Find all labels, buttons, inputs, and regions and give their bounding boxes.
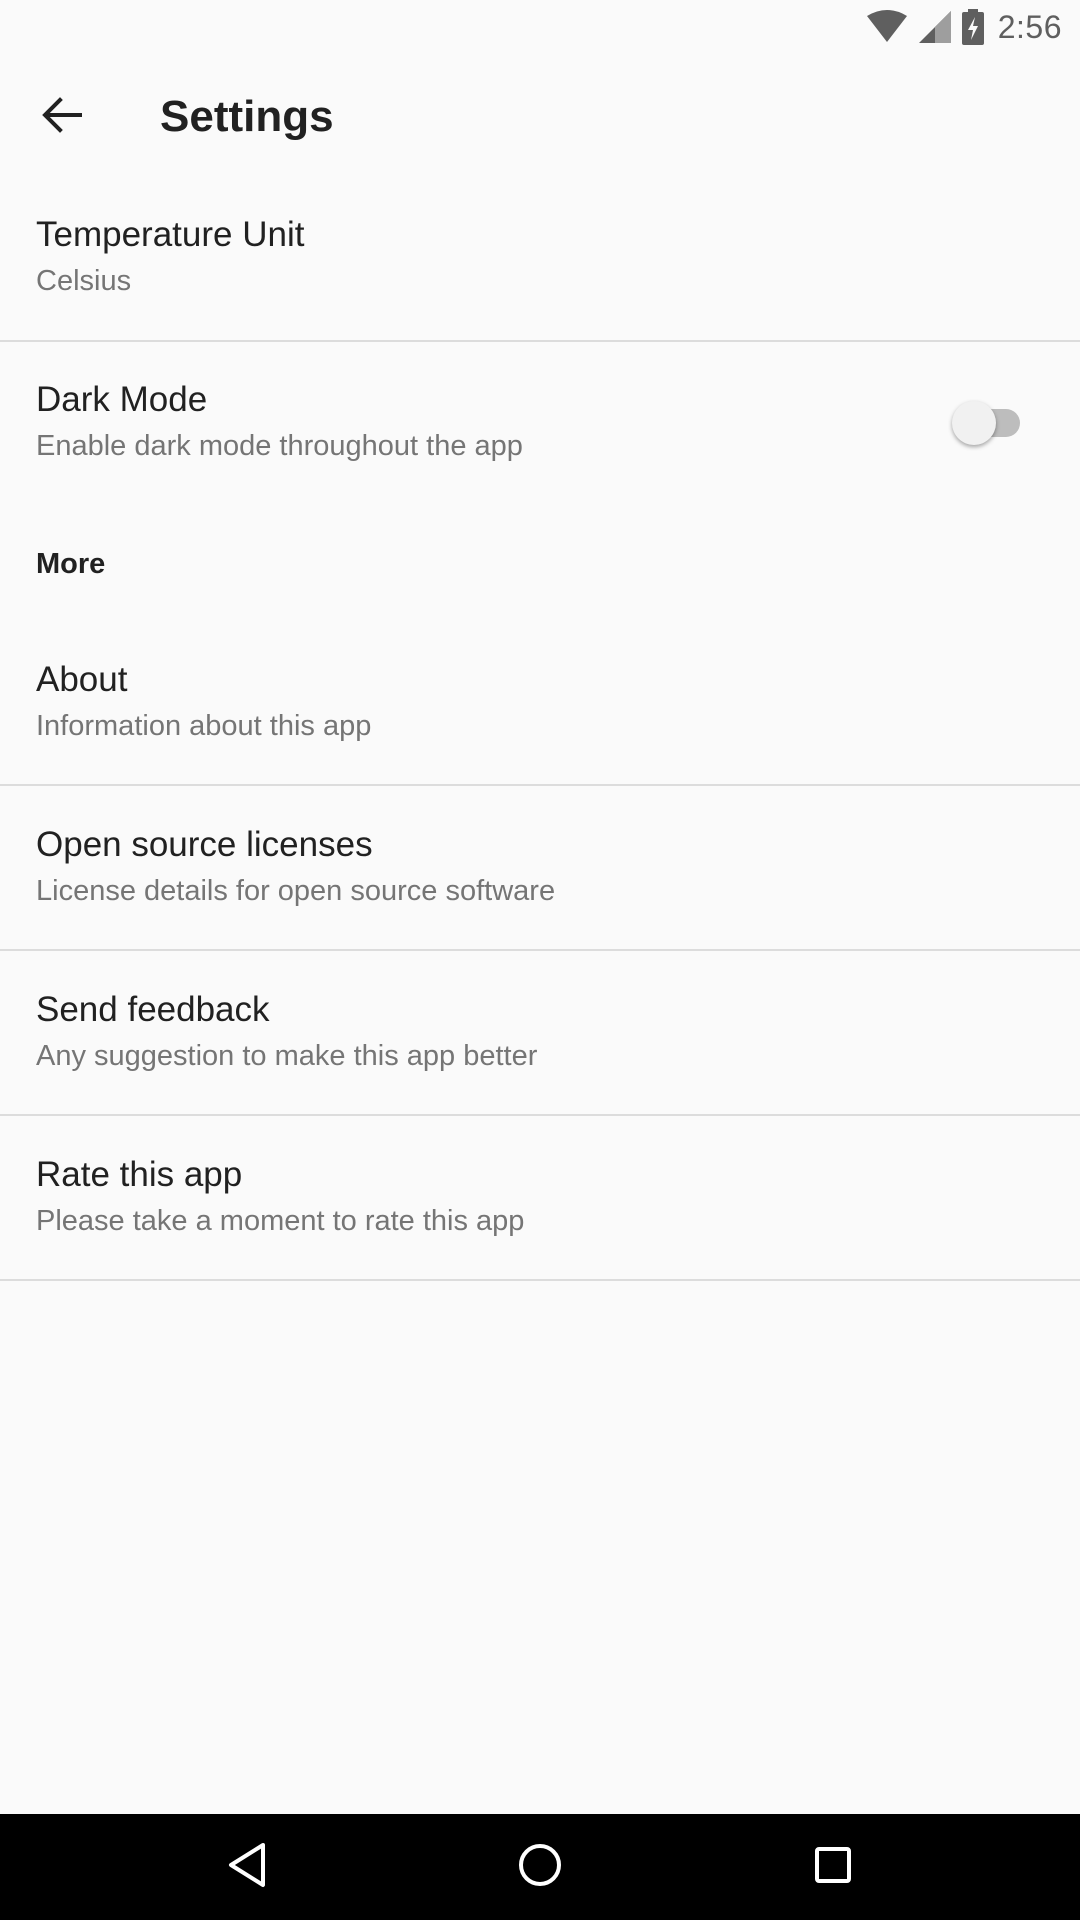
pref-title: Open source licenses (36, 825, 373, 864)
pref-summary: Any suggestion to make this app better (36, 1040, 538, 1072)
switch-thumb (952, 401, 996, 445)
pref-title: About (36, 660, 128, 699)
toolbar: Settings (0, 54, 1080, 180)
pref-title: Rate this app (36, 1155, 243, 1194)
pref-title: Temperature Unit (36, 215, 305, 254)
pref-summary: Information about this app (36, 710, 372, 742)
pref-summary: Please take a moment to rate this app (36, 1205, 525, 1237)
nav-back-button[interactable] (187, 1814, 307, 1920)
navigation-bar (0, 1814, 1080, 1920)
divider (0, 340, 1080, 342)
nav-home-button[interactable] (480, 1814, 600, 1920)
pref-rate-app[interactable]: Rate this app Please take a moment to ra… (0, 1153, 1080, 1241)
status-bar: 2:56 (0, 0, 1080, 54)
cell-signal-icon (918, 10, 952, 44)
divider (0, 949, 1080, 951)
arrow-back-icon (42, 95, 82, 140)
status-time: 2:56 (997, 8, 1062, 45)
page-title: Settings (160, 92, 334, 141)
pref-title: Dark Mode (36, 380, 208, 419)
pref-about[interactable]: About Information about this app (0, 658, 1080, 746)
settings-screen: 2:56 Settings Temperature Unit Celsius D… (0, 0, 1080, 1920)
nav-back-icon (225, 1841, 269, 1894)
divider (0, 1114, 1080, 1116)
pref-send-feedback[interactable]: Send feedback Any suggestion to make thi… (0, 988, 1080, 1076)
wifi-icon (866, 10, 908, 44)
back-button[interactable] (0, 54, 124, 180)
battery-charging-icon (961, 9, 984, 45)
pref-temperature-unit[interactable]: Temperature Unit Celsius (0, 213, 1080, 301)
pref-dark-mode[interactable]: Dark Mode Enable dark mode throughout th… (0, 378, 1080, 478)
divider (0, 784, 1080, 786)
pref-summary: Enable dark mode throughout the app (36, 430, 523, 462)
category-more: More (36, 548, 106, 580)
dark-mode-switch[interactable] (952, 393, 1022, 453)
pref-title: Send feedback (36, 990, 270, 1029)
pref-summary: Celsius (36, 265, 132, 297)
pref-open-source-licenses[interactable]: Open source licenses License details for… (0, 823, 1080, 911)
nav-recents-button[interactable] (773, 1814, 893, 1920)
pref-summary: License details for open source software (36, 875, 556, 907)
divider (0, 1279, 1080, 1281)
nav-home-icon (517, 1842, 563, 1893)
nav-recents-icon (813, 1845, 853, 1890)
